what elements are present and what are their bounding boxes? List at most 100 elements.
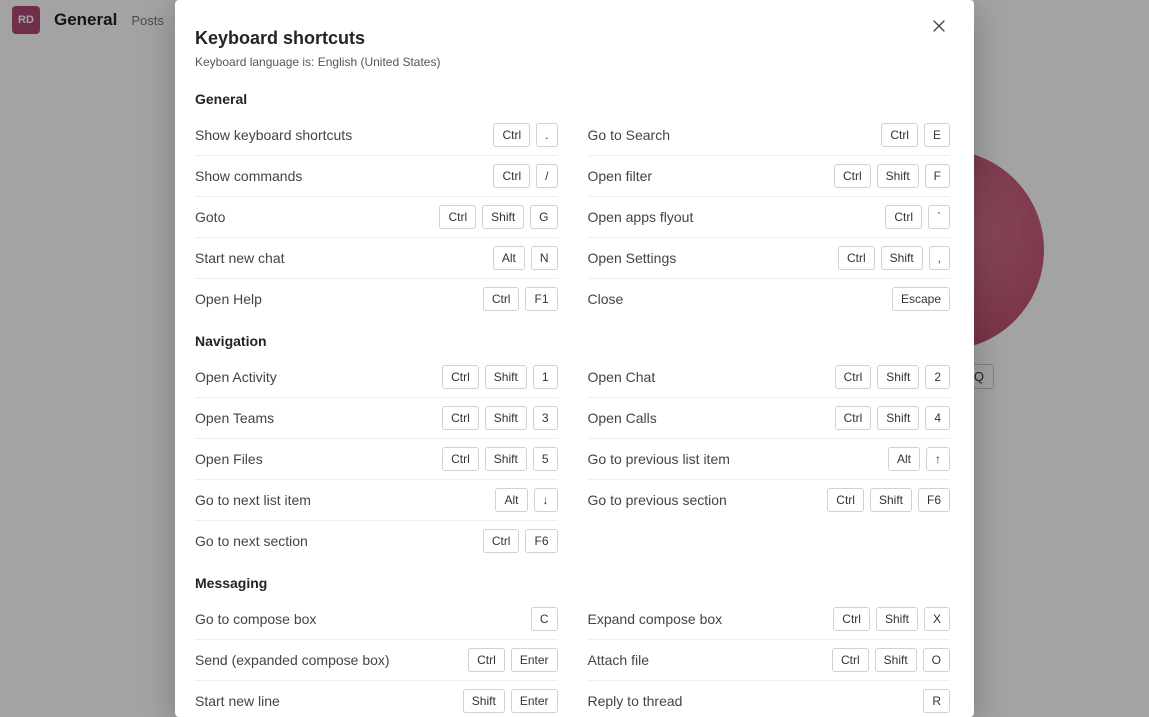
shortcut-label: Attach file	[588, 652, 649, 668]
shortcut-label: Open apps flyout	[588, 209, 694, 225]
section-grid: Open ActivityCtrlShift1Open TeamsCtrlShi…	[195, 357, 950, 561]
key: Ctrl	[832, 648, 869, 672]
key: Ctrl	[881, 123, 918, 147]
key: R	[923, 689, 950, 713]
shortcut-label: Go to Search	[588, 127, 671, 143]
section-title: General	[195, 91, 950, 107]
key: Ctrl	[442, 365, 479, 389]
shortcut-row: Open filter CtrlShiftF	[588, 156, 951, 197]
key: `	[928, 205, 950, 229]
key: Shift	[877, 365, 919, 389]
key: Shift	[870, 488, 912, 512]
key: Ctrl	[833, 607, 870, 631]
key: Ctrl	[483, 529, 520, 553]
shortcut-label: Go to compose box	[195, 611, 316, 627]
shortcut-row: Go to previous sectionCtrlShiftF6	[588, 480, 951, 520]
key: Ctrl	[442, 447, 479, 471]
section-grid: Go to compose box C Send (expanded compose…	[195, 599, 950, 717]
shortcut-row: Go to previous list itemAlt↑	[588, 439, 951, 480]
shortcut-label: Open Help	[195, 291, 262, 307]
close-button[interactable]	[926, 14, 952, 40]
key: O	[923, 648, 950, 672]
shortcut-keys: Escape	[892, 287, 950, 311]
key: Shift	[881, 246, 923, 270]
shortcut-keys: CtrlShiftF6	[827, 488, 950, 512]
key: E	[924, 123, 950, 147]
key: 1	[533, 365, 558, 389]
close-icon	[933, 19, 945, 35]
shortcut-row: Go to Search CtrlE	[588, 115, 951, 156]
shortcut-label: Go to previous list item	[588, 451, 730, 467]
key: Enter	[511, 689, 558, 713]
key: ↓	[534, 488, 558, 512]
shortcut-keys: CtrlShift5	[442, 447, 557, 471]
shortcut-label: Go to next section	[195, 533, 308, 549]
shortcut-keys: CtrlShiftG	[439, 205, 557, 229]
shortcut-keys: CtrlShift3	[442, 406, 557, 430]
shortcut-label: Send (expanded compose box)	[195, 652, 390, 668]
shortcut-row: Send (expanded compose box) CtrlEnter	[195, 640, 558, 681]
shortcut-label: Reply to thread	[588, 693, 683, 709]
key: Shift	[482, 205, 524, 229]
key: F6	[525, 529, 557, 553]
shortcut-keys: CtrlEnter	[468, 648, 557, 672]
key: Shift	[485, 447, 527, 471]
key: Ctrl	[827, 488, 864, 512]
key: Ctrl	[493, 164, 530, 188]
key: Alt	[888, 447, 920, 471]
shortcut-keys: CtrlShiftO	[832, 648, 950, 672]
shortcut-label: Open Files	[195, 451, 263, 467]
key: Ctrl	[468, 648, 505, 672]
key: /	[536, 164, 557, 188]
shortcut-label: Open Chat	[588, 369, 656, 385]
shortcut-keys: CtrlShift4	[835, 406, 950, 430]
key: X	[924, 607, 950, 631]
shortcut-keys: CtrlShiftF	[834, 164, 950, 188]
shortcut-row: Show commands Ctrl/	[195, 156, 558, 197]
shortcut-row: Open Calls CtrlShift4	[588, 398, 951, 439]
shortcut-column: Go to SearchCtrlEOpen filterCtrlShiftFOp…	[588, 115, 951, 319]
shortcut-column: Go to compose box C Send (expanded compose…	[195, 599, 558, 717]
shortcut-label: Open filter	[588, 168, 653, 184]
section-grid: Show keyboard shortcutsCtrl.Show command…	[195, 115, 950, 319]
key: Shift	[877, 164, 919, 188]
shortcut-row: Expand compose boxCtrlShiftX	[588, 599, 951, 640]
shortcut-keys: CtrlF1	[483, 287, 558, 311]
key: ,	[929, 246, 950, 270]
shortcut-label: Open Calls	[588, 410, 657, 426]
shortcut-column: Show keyboard shortcutsCtrl.Show command…	[195, 115, 558, 319]
key: Ctrl	[439, 205, 476, 229]
shortcut-row: Go to compose box C	[195, 599, 558, 640]
section-title: Navigation	[195, 333, 950, 349]
key: Alt	[495, 488, 527, 512]
shortcut-label: Open Activity	[195, 369, 277, 385]
shortcut-row: GotoCtrlShiftG	[195, 197, 558, 238]
key: Ctrl	[834, 164, 871, 188]
key: Alt	[493, 246, 525, 270]
shortcut-row: Go to next section CtrlF6	[195, 521, 558, 561]
shortcut-row: Open Activity CtrlShift1	[195, 357, 558, 398]
shortcut-row: Open ChatCtrlShift2	[588, 357, 951, 398]
key: G	[530, 205, 557, 229]
key: Shift	[485, 406, 527, 430]
key: Shift	[877, 406, 919, 430]
key: 5	[533, 447, 558, 471]
shortcut-keys: ShiftEnter	[463, 689, 558, 713]
shortcut-keys: CtrlE	[881, 123, 950, 147]
shortcut-keys: R	[923, 689, 950, 713]
key: Ctrl	[835, 365, 872, 389]
shortcut-row: Open apps flyoutCtrl`	[588, 197, 951, 238]
shortcut-row: CloseEscape	[588, 279, 951, 319]
shortcut-row: Open Help CtrlF1	[195, 279, 558, 319]
key: Ctrl	[838, 246, 875, 270]
shortcut-column: Open ActivityCtrlShift1Open TeamsCtrlShi…	[195, 357, 558, 561]
key: Shift	[463, 689, 505, 713]
key: C	[531, 607, 558, 631]
shortcut-row: Open Files CtrlShift5	[195, 439, 558, 480]
shortcut-label: Open Settings	[588, 250, 677, 266]
shortcut-label: Show commands	[195, 168, 302, 184]
key: F	[925, 164, 950, 188]
dialog-subtitle: Keyboard language is: English (United St…	[195, 55, 950, 69]
shortcut-keys: CtrlShift1	[442, 365, 557, 389]
dialog-scroll[interactable]: Keyboard shortcuts Keyboard language is:…	[175, 0, 974, 717]
